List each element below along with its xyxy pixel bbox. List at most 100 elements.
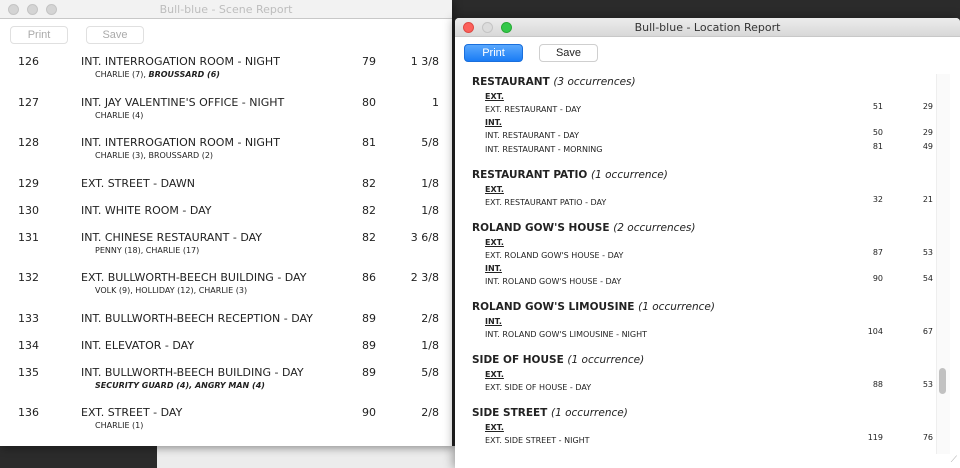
scene-length: 2/8 [421, 406, 439, 419]
scene-length: 5/8 [421, 366, 439, 379]
occurrence-count: (1 occurrence) [551, 407, 628, 419]
print-button[interactable]: Print [10, 26, 68, 44]
scene-heading: EXT. ROLAND GOW'S HOUSE - DAY [485, 251, 624, 260]
scene-number: 128 [18, 136, 39, 149]
scrollbar-thumb[interactable] [939, 368, 946, 394]
scene-length: 1/8 [421, 204, 439, 217]
scrollbar[interactable] [936, 74, 950, 454]
page-number: 81 [362, 136, 376, 149]
page-number: 82 [362, 204, 376, 217]
page-number: 82 [362, 177, 376, 190]
location-item[interactable]: EXT. ROLAND GOW'S HOUSE - DAY 87 53 [485, 248, 933, 263]
scene-count: 87 [872, 248, 883, 257]
cast-names: PENNY (18), CHARLIE (17) [95, 246, 200, 255]
location-group: SIDE STREET (1 occurrence) EXT. EXT. SIDE … [472, 407, 933, 448]
scene-length: 1 3/8 [410, 55, 439, 68]
scene-heading: EXT. STREET - DAY [81, 406, 183, 419]
cast-names: CHARLIE (4) [95, 111, 144, 120]
cast-names: VOLK (9), HOLLIDAY (12), CHARLIE (3) [95, 286, 248, 295]
scene-number: 135 [18, 366, 39, 379]
page-count: 49 [922, 142, 933, 151]
title-bar[interactable]: Bull-blue - Scene Report [0, 0, 452, 19]
window-title: Bull-blue - Scene Report [159, 3, 293, 16]
scene-heading: INT. RESTAURANT - DAY [485, 131, 579, 140]
location-name: SIDE OF HOUSE [472, 354, 564, 366]
cast-list: SECURITY GUARD (4), ANGRY MAN (4) [95, 381, 265, 390]
scene-heading: INT. CHINESE RESTAURANT - DAY [81, 231, 263, 244]
occurrence-count: (3 occurrences) [553, 76, 636, 88]
occurrence-count: (2 occurrences) [613, 222, 696, 234]
cast-list: CHARLIE (1) [95, 421, 143, 430]
page-count: 53 [922, 380, 933, 389]
zoom-button[interactable] [46, 4, 57, 15]
occurrence-count: (1 occurrence) [567, 354, 645, 366]
title-bar[interactable]: Bull-blue - Location Report [455, 18, 960, 37]
scene-heading: INT. JAY VALENTINE'S OFFICE - NIGHT [81, 96, 285, 109]
occurrence-count: (1 occurrence) [591, 169, 668, 181]
scene-number: 130 [18, 204, 39, 217]
scene-heading: INT. INTERROGATION ROOM - NIGHT [81, 55, 280, 68]
print-button[interactable]: Print [464, 44, 523, 62]
scene-number: 126 [18, 55, 39, 68]
location-heading: RESTAURANT (3 occurrences) [472, 76, 932, 91]
save-button[interactable]: Save [86, 26, 144, 44]
scene-count: 88 [872, 380, 883, 389]
cast-list: VOLK (9), HOLLIDAY (12), CHARLIE (3) [95, 286, 247, 295]
scene-heading: INT. BULLWORTH-BEECH RECEPTION - DAY [81, 312, 313, 325]
location-report-window: Bull-blue - Location Report Print Save R… [455, 18, 960, 468]
page-number: 80 [362, 96, 376, 109]
close-button[interactable] [463, 22, 474, 33]
page-number: 89 [362, 312, 376, 325]
resize-grip-icon[interactable]: ⟋ [951, 455, 957, 465]
scene-length: 2/8 [421, 312, 439, 325]
scene-count: 51 [872, 102, 883, 111]
occurrence-count: (1 occurrence) [638, 301, 715, 313]
cast-names: CHARLIE (7), [95, 70, 149, 79]
location-heading: SIDE OF HOUSE (1 occurrence) [472, 354, 932, 369]
location-group: RESTAURANT (3 occurrences) EXT. EXT. RESTA… [472, 76, 933, 157]
cast-list: PENNY (18), CHARLIE (17) [95, 246, 199, 255]
minimize-button[interactable] [27, 4, 38, 15]
page-count: 54 [922, 274, 933, 283]
location-group: SIDE OF HOUSE (1 occurrence) EXT. EXT. SID… [472, 354, 933, 395]
scene-report-window: Bull-blue - Scene Report Print Save 126 … [0, 0, 452, 446]
scene-count: 81 [872, 142, 883, 151]
location-item[interactable]: INT. RESTAURANT - MORNING 81 49 [485, 142, 933, 157]
cast-names: CHARLIE (3), BROUSSARD (2) [95, 151, 214, 160]
scene-heading: INT. ELEVATOR - DAY [81, 339, 195, 352]
scene-count: 104 [867, 327, 883, 336]
page-number: 82 [362, 231, 376, 244]
scene-heading: EXT. RESTAURANT PATIO - DAY [485, 198, 607, 207]
location-heading: RESTAURANT PATIO (1 occurrence) [472, 169, 932, 184]
location-item[interactable]: EXT. RESTAURANT PATIO - DAY 32 21 [485, 195, 933, 210]
location-item[interactable]: EXT. RESTAURANT - DAY 51 29 [485, 102, 933, 117]
page-number: 79 [362, 55, 376, 68]
location-name: ROLAND GOW'S LIMOUSINE [472, 301, 635, 313]
page-count: 53 [922, 248, 933, 257]
close-button[interactable] [8, 4, 19, 15]
window-title: Bull-blue - Location Report [634, 21, 781, 34]
location-item[interactable]: INT. ROLAND GOW'S HOUSE - DAY 90 54 [485, 274, 933, 289]
scene-length: 1 [432, 96, 439, 109]
scene-heading: EXT. SIDE OF HOUSE - DAY [485, 383, 592, 392]
location-group: ROLAND GOW'S HOUSE (2 occurrences) EXT. EX… [472, 222, 933, 289]
scene-number: 127 [18, 96, 39, 109]
scene-heading: EXT. BULLWORTH-BEECH BUILDING - DAY [81, 271, 307, 284]
scene-number: 136 [18, 406, 39, 419]
page-count: 67 [922, 327, 933, 336]
scene-heading: INT. INTERROGATION ROOM - NIGHT [81, 136, 280, 149]
minimize-button[interactable] [482, 22, 493, 33]
zoom-button[interactable] [501, 22, 512, 33]
save-button[interactable]: Save [539, 44, 598, 62]
location-item[interactable]: INT. ROLAND GOW'S LIMOUSINE - NIGHT 104 67 [485, 327, 933, 342]
scene-number: 134 [18, 339, 39, 352]
cast-list: CHARLIE (7), BROUSSARD (6) [95, 70, 220, 79]
scene-heading: INT. BULLWORTH-BEECH BUILDING - DAY [81, 366, 304, 379]
scene-heading: INT. ROLAND GOW'S LIMOUSINE - NIGHT [485, 330, 648, 339]
scene-length: 2 3/8 [410, 271, 439, 284]
scene-count: 32 [872, 195, 883, 204]
scene-length: 1/8 [421, 339, 439, 352]
location-item[interactable]: EXT. SIDE STREET - NIGHT 119 76 [485, 433, 933, 448]
location-item[interactable]: EXT. SIDE OF HOUSE - DAY 88 53 [485, 380, 933, 395]
page-number: 90 [362, 406, 376, 419]
